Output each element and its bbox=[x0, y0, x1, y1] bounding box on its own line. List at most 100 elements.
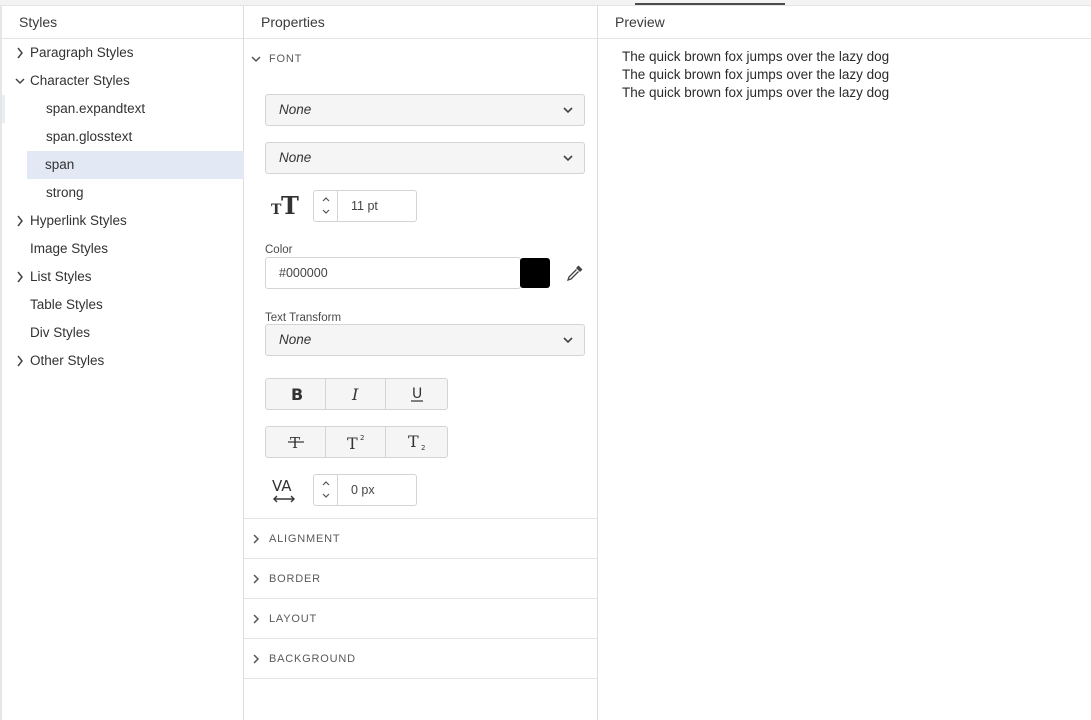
preview-line: The quick brown fox jumps over the lazy … bbox=[622, 67, 890, 82]
tree-item-label: strong bbox=[46, 185, 84, 200]
chevron-right-icon bbox=[17, 355, 23, 367]
chevron-right-icon bbox=[253, 534, 260, 544]
color-input[interactable]: #000000 bbox=[265, 257, 521, 289]
tree-item-label: span.expandtext bbox=[46, 101, 146, 116]
font-style-button-group: B I U bbox=[265, 378, 448, 410]
bold-button[interactable]: B bbox=[266, 379, 326, 409]
styles-panel: Styles Paragraph Styles Character Styles… bbox=[0, 6, 244, 720]
chevron-up-icon[interactable] bbox=[320, 194, 332, 204]
chevron-up-icon[interactable] bbox=[320, 478, 332, 488]
italic-icon: I bbox=[351, 386, 359, 402]
section-title: BACKGROUND bbox=[269, 653, 356, 665]
italic-button[interactable]: I bbox=[326, 379, 386, 409]
preview-panel-title: Preview bbox=[598, 6, 1091, 39]
eyedropper-icon[interactable] bbox=[566, 264, 584, 282]
preview-line: The quick brown fox jumps over the lazy … bbox=[622, 85, 890, 100]
tree-item-paragraph-styles[interactable]: Paragraph Styles bbox=[2, 39, 242, 67]
tree-item-label: Table Styles bbox=[30, 297, 103, 312]
color-label: Color bbox=[265, 244, 293, 256]
chevron-down-icon[interactable] bbox=[320, 491, 332, 501]
svg-text:T: T bbox=[408, 433, 419, 451]
tree-item-list-styles[interactable]: List Styles bbox=[2, 263, 242, 291]
chevron-down-icon[interactable] bbox=[320, 207, 332, 217]
chevron-down-icon bbox=[563, 107, 573, 114]
tree-item-span[interactable]: span bbox=[27, 151, 244, 179]
font-weight-value: None bbox=[279, 150, 312, 165]
tree-item-hyperlink-styles[interactable]: Hyperlink Styles bbox=[2, 207, 242, 235]
color-value: #000000 bbox=[279, 266, 328, 280]
tree-item-label: Hyperlink Styles bbox=[30, 213, 127, 228]
tree-item-span-glosstext[interactable]: span.glosstext bbox=[2, 123, 242, 151]
chevron-down-icon bbox=[251, 56, 261, 63]
properties-panel: Properties FONT None None T T 11 pt Colo… bbox=[244, 6, 598, 720]
chevron-down-icon bbox=[563, 155, 573, 162]
section-background-header[interactable]: BACKGROUND bbox=[244, 639, 597, 679]
tree-item-table-styles[interactable]: Table Styles bbox=[2, 291, 242, 319]
tree-item-span-expandtext[interactable]: span.expandtext bbox=[2, 95, 242, 123]
text-transform-label: Text Transform bbox=[265, 312, 342, 324]
svg-text:I: I bbox=[351, 386, 359, 402]
svg-text:VA: VA bbox=[272, 477, 292, 495]
section-font-header[interactable]: FONT bbox=[244, 39, 597, 79]
subscript-button[interactable]: T2 bbox=[386, 427, 447, 457]
tree-item-label: span bbox=[45, 157, 75, 172]
section-title: ALIGNMENT bbox=[269, 533, 341, 545]
section-title: FONT bbox=[269, 53, 303, 65]
subscript-icon: T2 bbox=[408, 433, 425, 451]
svg-text:T: T bbox=[281, 191, 299, 220]
letter-spacing-icon: VA bbox=[272, 477, 295, 503]
tree-item-image-styles[interactable]: Image Styles bbox=[2, 235, 242, 263]
superscript-icon: T2 bbox=[347, 434, 364, 451]
preview-panel: Preview The quick brown fox jumps over t… bbox=[598, 6, 1091, 720]
svg-text:T: T bbox=[347, 434, 358, 451]
font-family-value: None bbox=[279, 102, 312, 117]
tree-item-character-styles[interactable]: Character Styles bbox=[2, 67, 242, 95]
text-transform-select[interactable]: None bbox=[265, 324, 585, 356]
preview-line: The quick brown fox jumps over the lazy … bbox=[622, 49, 890, 64]
strikethrough-button[interactable]: T bbox=[266, 427, 326, 457]
tree-item-other-styles[interactable]: Other Styles bbox=[2, 347, 242, 375]
tree-item-label: Other Styles bbox=[30, 353, 105, 368]
tree-item-label: Paragraph Styles bbox=[30, 45, 134, 60]
chevron-down-icon bbox=[563, 337, 573, 344]
chevron-right-icon bbox=[17, 271, 23, 283]
text-transform-value: None bbox=[279, 332, 312, 347]
tree-item-label: Div Styles bbox=[30, 325, 91, 340]
text-decoration-button-group: T T2 T2 bbox=[265, 426, 448, 458]
section-alignment-header[interactable]: ALIGNMENT bbox=[244, 519, 597, 559]
svg-text:U: U bbox=[412, 386, 422, 402]
tree-item-label: span.glosstext bbox=[46, 129, 133, 144]
properties-panel-title: Properties bbox=[244, 6, 597, 39]
chevron-down-icon bbox=[15, 78, 25, 85]
font-size-value: 11 pt bbox=[351, 199, 378, 213]
chevron-right-icon bbox=[253, 614, 260, 624]
tree-item-div-styles[interactable]: Div Styles bbox=[2, 319, 242, 347]
chevron-right-icon bbox=[253, 654, 260, 664]
active-tab-indicator bbox=[635, 3, 785, 5]
font-family-select[interactable]: None bbox=[265, 94, 585, 126]
font-size-stepper[interactable]: 11 pt bbox=[313, 190, 417, 222]
underline-button[interactable]: U bbox=[386, 379, 447, 409]
tree-item-strong[interactable]: strong bbox=[2, 179, 242, 207]
tree-item-label: List Styles bbox=[30, 269, 92, 284]
preview-text: The quick brown fox jumps over the lazy … bbox=[622, 48, 889, 102]
color-swatch[interactable] bbox=[520, 258, 550, 288]
strikethrough-icon: T bbox=[287, 434, 304, 451]
chevron-right-icon bbox=[17, 215, 23, 227]
bold-icon: B bbox=[291, 386, 303, 402]
font-size-icon: T T bbox=[271, 191, 299, 220]
stepper-arrows bbox=[314, 475, 338, 505]
section-border-header[interactable]: BORDER bbox=[244, 559, 597, 599]
styles-panel-title: Styles bbox=[2, 6, 243, 39]
chevron-right-icon bbox=[253, 574, 260, 584]
section-title: BORDER bbox=[269, 573, 321, 585]
tree-item-label: Character Styles bbox=[30, 73, 130, 88]
section-title: LAYOUT bbox=[269, 613, 317, 625]
section-layout-header[interactable]: LAYOUT bbox=[244, 599, 597, 639]
svg-text:2: 2 bbox=[360, 434, 364, 442]
letter-spacing-stepper[interactable]: 0 px bbox=[313, 474, 417, 506]
properties-body: FONT None None T T 11 pt Color #000000 T… bbox=[244, 39, 597, 720]
superscript-button[interactable]: T2 bbox=[326, 427, 386, 457]
font-weight-select[interactable]: None bbox=[265, 142, 585, 174]
svg-text:B: B bbox=[291, 386, 303, 402]
